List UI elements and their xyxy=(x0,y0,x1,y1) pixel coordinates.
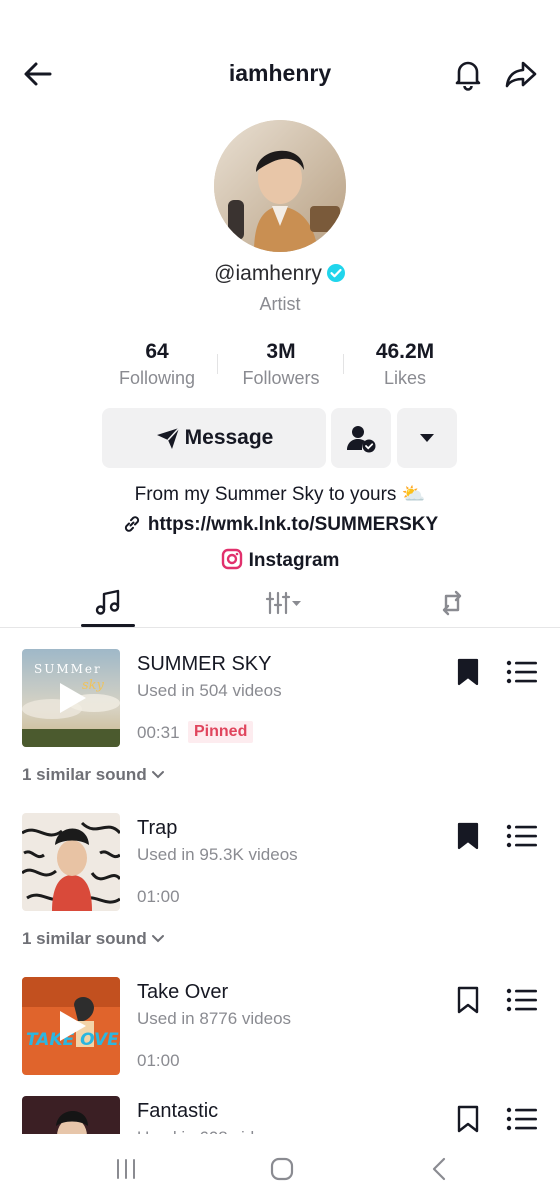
profile-handle: @iamhenry xyxy=(214,262,322,285)
tab-sounds[interactable] xyxy=(60,578,156,628)
caret-down-icon xyxy=(420,434,434,442)
sound-title: SUMMER SKY xyxy=(137,653,272,675)
send-icon xyxy=(156,427,180,449)
bookmark-outline-icon[interactable] xyxy=(455,985,481,1015)
instagram-link[interactable]: Instagram xyxy=(0,548,560,572)
bookmark-filled-icon[interactable] xyxy=(455,821,481,851)
profile-link[interactable]: https://wmk.lnk.to/SUMMERSKY xyxy=(0,514,560,536)
chevron-down-icon xyxy=(151,935,164,943)
similar-sound-toggle[interactable]: 1 similar sound xyxy=(22,929,165,949)
bell-icon[interactable] xyxy=(450,56,486,92)
similar-sound-label: 1 similar sound xyxy=(22,929,147,948)
share-icon[interactable] xyxy=(503,56,539,92)
tab-filter[interactable] xyxy=(236,578,332,628)
link-icon xyxy=(124,516,139,532)
sound-usage: Used in 8776 videos xyxy=(137,1009,292,1028)
bookmark-filled-icon[interactable] xyxy=(455,657,481,687)
list-menu-icon[interactable] xyxy=(505,657,539,687)
list-menu-icon[interactable] xyxy=(505,821,539,851)
sound-title: Take Over xyxy=(137,981,229,1003)
sound-duration: 00:31 xyxy=(137,723,180,742)
divider xyxy=(217,354,218,374)
sound-duration: 01:00 xyxy=(137,1051,180,1070)
sound-title: Fantastic xyxy=(137,1100,219,1122)
top-bar: iamhenry xyxy=(0,40,560,110)
similar-sound-toggle[interactable]: 1 similar sound xyxy=(22,765,165,785)
user-check-icon xyxy=(347,426,376,453)
sound-cover[interactable] xyxy=(22,813,120,911)
stat-following[interactable]: 64 Following xyxy=(95,338,219,389)
music-note-icon xyxy=(95,589,120,615)
verified-badge-icon xyxy=(326,264,345,282)
sound-cover[interactable]: TAKE OVER xyxy=(22,977,120,1075)
cover-subtitle-text: sky xyxy=(82,678,105,693)
instagram-icon xyxy=(221,548,242,570)
system-nav-bar xyxy=(0,1134,560,1200)
sound-title: Trap xyxy=(137,817,178,839)
stat-likes[interactable]: 46.2M Likes xyxy=(343,338,467,389)
active-tab-indicator xyxy=(81,624,135,627)
sound-cover[interactable]: SUMMer sky xyxy=(22,649,120,747)
cover-title-text: SUMMer xyxy=(34,662,102,676)
handle-row: @iamhenry xyxy=(0,262,560,286)
bookmark-outline-icon[interactable] xyxy=(455,1104,481,1134)
pinned-badge: Pinned xyxy=(188,721,254,743)
sound-usage: Used in 504 videos xyxy=(137,681,282,700)
home-icon[interactable] xyxy=(267,1154,297,1184)
sound-usage: Used in 95.3K videos xyxy=(137,845,298,864)
stat-label: Following xyxy=(118,368,196,388)
stat-value: 64 xyxy=(145,340,169,363)
filter-sort-icon xyxy=(265,591,301,615)
profile-link-text: https://wmk.lnk.to/SUMMERSKY xyxy=(147,514,439,535)
avatar[interactable] xyxy=(214,120,346,252)
friend-status-button[interactable] xyxy=(331,408,391,468)
profile-bio: From my Summer Sky to yours ⛅ xyxy=(134,484,426,505)
list-menu-icon[interactable] xyxy=(505,985,539,1015)
more-dropdown-button[interactable] xyxy=(397,408,457,468)
content-tabs xyxy=(0,578,560,628)
chevron-down-icon xyxy=(151,771,164,779)
tab-reposts[interactable] xyxy=(404,578,500,628)
list-item[interactable]: SUMMer sky SUMMER SKY Used in 504 videos… xyxy=(0,649,560,749)
stat-value: 46.2M xyxy=(375,340,435,363)
instagram-label: Instagram xyxy=(248,550,340,571)
stat-label: Followers xyxy=(242,368,320,388)
recent-apps-icon[interactable] xyxy=(111,1154,141,1184)
back-chevron-icon[interactable] xyxy=(425,1154,455,1184)
list-menu-icon[interactable] xyxy=(505,1104,539,1134)
stat-followers[interactable]: 3M Followers xyxy=(219,338,343,389)
stat-label: Likes xyxy=(383,368,427,388)
sound-duration: 01:00 xyxy=(137,887,180,906)
profile-role: Artist xyxy=(259,294,301,314)
list-item[interactable]: TAKE OVER Take Over Used in 8776 videos … xyxy=(0,977,560,1077)
repost-icon xyxy=(442,590,462,616)
similar-sound-label: 1 similar sound xyxy=(22,765,147,784)
stats-row: 64 Following 3M Followers 46.2M Likes xyxy=(95,338,467,398)
message-button[interactable]: Message xyxy=(102,408,326,468)
list-item[interactable]: Trap Used in 95.3K videos 01:00 xyxy=(0,813,560,913)
stat-value: 3M xyxy=(266,340,296,363)
message-label: Message xyxy=(184,426,274,449)
